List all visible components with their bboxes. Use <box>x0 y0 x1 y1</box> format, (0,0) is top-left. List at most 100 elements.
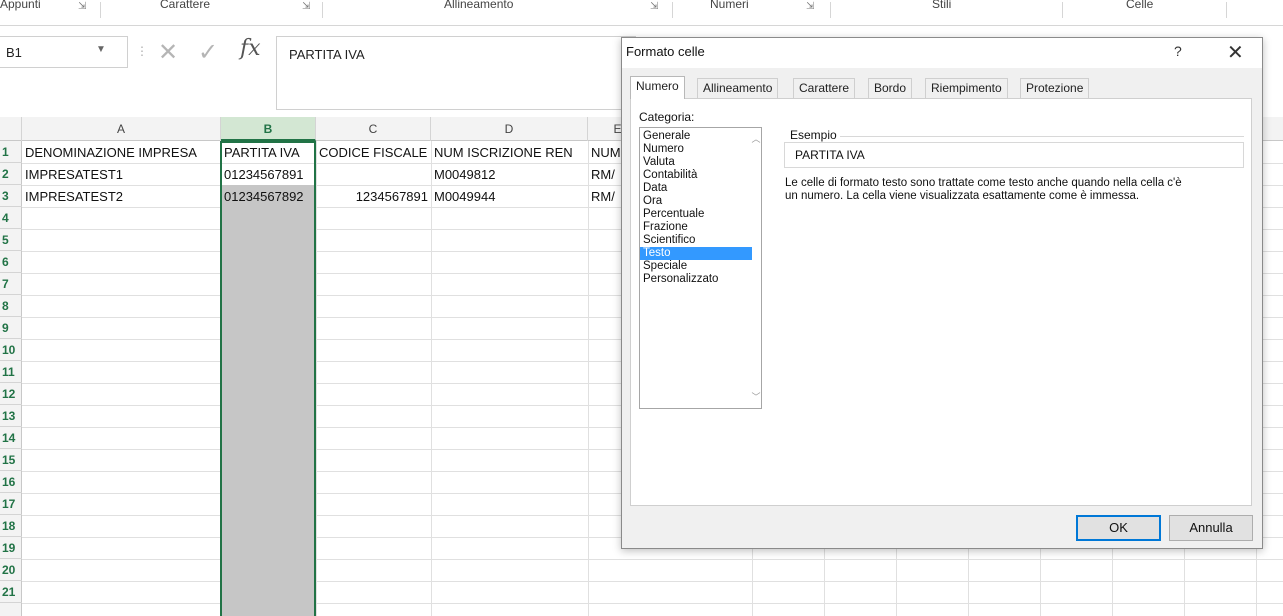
ribbon-separator <box>1226 2 1227 18</box>
alignment-launcher-icon[interactable]: ⇲ <box>650 1 658 12</box>
formula-input[interactable]: PARTITA IVA <box>276 36 636 110</box>
column-header-c[interactable]: C <box>316 117 431 141</box>
category-item[interactable]: Percentuale <box>640 208 752 221</box>
format-description: Le celle di formato testo sono trattate … <box>785 177 1245 203</box>
cancel-button[interactable]: Annulla <box>1169 515 1253 541</box>
select-all-corner[interactable] <box>0 117 22 141</box>
cell-a1[interactable]: DENOMINAZIONE IMPRESA <box>22 142 221 164</box>
gridline <box>896 549 897 616</box>
row-header[interactable]: 15 <box>0 449 22 471</box>
ribbon-group-font: Carattere <box>160 0 211 11</box>
category-item[interactable]: Personalizzato <box>640 273 752 286</box>
row-header[interactable]: 9 <box>0 317 22 339</box>
cell-a2[interactable]: IMPRESATEST1 <box>22 164 221 186</box>
tab-carattere[interactable]: Carattere <box>793 78 856 98</box>
row-header[interactable]: 11 <box>0 361 22 383</box>
category-item[interactable]: Scientifico <box>640 234 752 247</box>
category-item-selected[interactable]: Testo <box>640 247 752 260</box>
row-header[interactable]: 7 <box>0 273 22 295</box>
cell-e1[interactable]: NUM <box>588 142 621 164</box>
category-item[interactable]: Frazione <box>640 221 752 234</box>
number-launcher-icon[interactable]: ⇲ <box>806 1 814 12</box>
cell-d1[interactable]: NUM ISCRIZIONE REN <box>431 142 588 164</box>
scroll-down-icon[interactable]: ﹀ <box>751 390 761 403</box>
ribbon-separator <box>100 2 101 18</box>
dialog-titlebar[interactable]: Formato celle ? ✕ <box>622 38 1262 68</box>
name-box[interactable]: B1 ▼ <box>0 36 128 68</box>
chevron-down-icon[interactable]: ▼ <box>96 44 106 55</box>
column-header-a[interactable]: A <box>22 117 221 141</box>
row-header[interactable]: 12 <box>0 383 22 405</box>
clipboard-launcher-icon[interactable]: ⇲ <box>78 1 86 12</box>
ok-button[interactable]: OK <box>1076 515 1161 541</box>
formula-bar-grip-icon[interactable]: ⋮ <box>136 44 148 58</box>
category-list[interactable]: Generale Numero Valuta Contabilità Data … <box>639 127 762 409</box>
ribbon-group-cells: Celle <box>1126 0 1154 11</box>
row-header[interactable]: 2 <box>0 163 22 185</box>
font-launcher-icon[interactable]: ⇲ <box>302 1 310 12</box>
row-header[interactable]: 10 <box>0 339 22 361</box>
cancel-entry-icon[interactable]: ✕ <box>158 38 178 67</box>
category-item[interactable]: Data <box>640 182 752 195</box>
category-item[interactable]: Speciale <box>640 260 752 273</box>
gridline <box>316 141 317 616</box>
cell-c1[interactable]: CODICE FISCALE <box>316 142 431 164</box>
cell-d3[interactable]: M0049944 <box>431 186 588 208</box>
category-item[interactable]: Valuta <box>640 156 752 169</box>
ribbon-group-styles: Stili <box>932 0 952 11</box>
category-item[interactable]: Contabilità <box>640 169 752 182</box>
gridline <box>824 549 825 616</box>
ribbon-separator <box>830 2 831 18</box>
tab-protezione[interactable]: Protezione <box>1020 78 1090 98</box>
gridline <box>1040 549 1041 616</box>
row-header[interactable]: 19 <box>0 537 22 559</box>
cell-c2[interactable] <box>316 164 431 186</box>
category-item[interactable]: Generale <box>640 130 752 143</box>
close-icon[interactable]: ✕ <box>1227 40 1244 65</box>
category-item[interactable]: Numero <box>640 143 752 156</box>
formula-text: PARTITA IVA <box>289 47 365 62</box>
category-scrollbar[interactable]: ︿ ﹀ <box>751 128 761 408</box>
row-header[interactable]: 8 <box>0 295 22 317</box>
insert-function-icon[interactable]: fx <box>240 36 261 61</box>
description-line: un numero. La cella viene visualizzata e… <box>785 190 1140 202</box>
row-header[interactable]: 4 <box>0 207 22 229</box>
row-header[interactable]: 1 <box>0 141 22 163</box>
column-header-d[interactable]: D <box>431 117 588 141</box>
tab-numero[interactable]: Numero <box>630 76 685 99</box>
row-header[interactable]: 3 <box>0 185 22 207</box>
ribbon-separator <box>1062 2 1063 18</box>
cell-e2[interactable]: RM/ <box>588 164 621 186</box>
tab-allineamento[interactable]: Allineamento <box>697 78 779 98</box>
scroll-up-icon[interactable]: ︿ <box>751 132 761 145</box>
confirm-entry-icon[interactable]: ✓ <box>198 38 218 67</box>
row-header[interactable]: 13 <box>0 405 22 427</box>
row-header[interactable]: 17 <box>0 493 22 515</box>
ribbon-group-clipboard: Appunti <box>0 0 41 11</box>
cell-c3[interactable]: 1234567891 <box>316 186 431 208</box>
example-value: PARTITA IVA <box>795 148 865 162</box>
row-header[interactable]: 14 <box>0 427 22 449</box>
column-header-b[interactable]: B <box>221 117 316 141</box>
gridline <box>22 559 1283 560</box>
row-header[interactable]: 5 <box>0 229 22 251</box>
cell-d2[interactable]: M0049812 <box>431 164 588 186</box>
tab-bordo[interactable]: Bordo <box>868 78 913 98</box>
row-header[interactable]: 16 <box>0 471 22 493</box>
row-header[interactable]: 20 <box>0 559 22 581</box>
cell-e3[interactable]: RM/ <box>588 186 621 208</box>
row-header[interactable]: 18 <box>0 515 22 537</box>
example-box: PARTITA IVA <box>784 142 1244 168</box>
row-header[interactable]: 21 <box>0 581 22 603</box>
tab-riempimento[interactable]: Riempimento <box>925 78 1008 98</box>
gridline <box>1256 549 1257 616</box>
cell-a3[interactable]: IMPRESATEST2 <box>22 186 221 208</box>
help-button[interactable]: ? <box>1174 43 1182 59</box>
row-header[interactable]: 6 <box>0 251 22 273</box>
gridline <box>1112 549 1113 616</box>
gridline <box>588 141 589 616</box>
example-label: Esempio <box>789 128 838 142</box>
gridline <box>22 603 1283 604</box>
category-item[interactable]: Ora <box>640 195 752 208</box>
dialog-title: Formato celle <box>626 44 705 59</box>
